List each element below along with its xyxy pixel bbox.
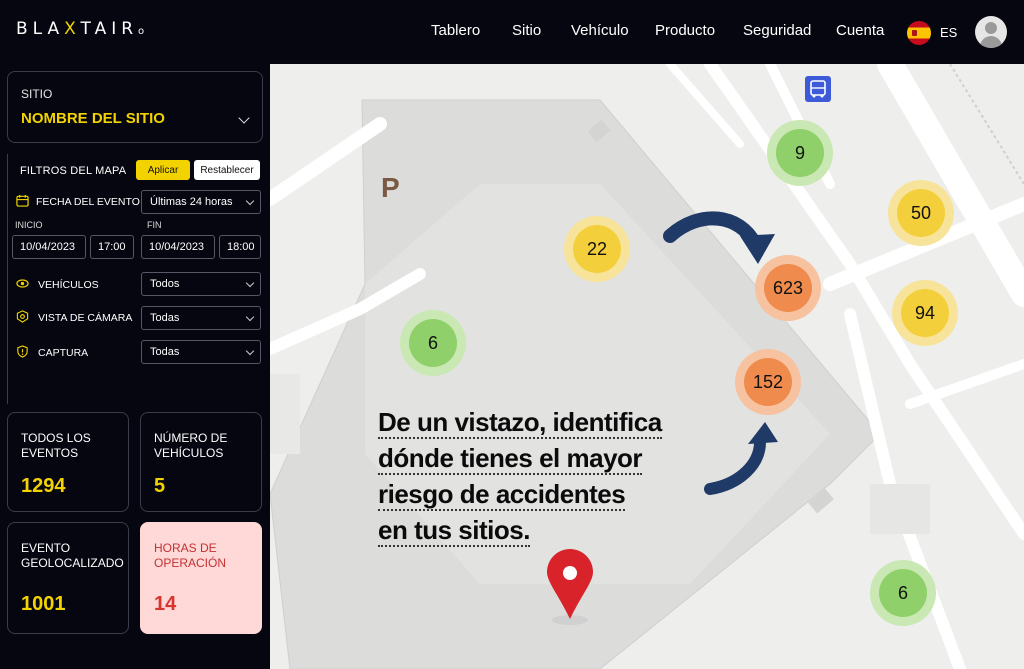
cluster-count: 152 xyxy=(744,358,792,406)
stat-value: 1294 xyxy=(21,475,66,497)
main-nav: Tablero Sitio Vehículo Producto Segurida… xyxy=(0,22,1024,42)
cluster-count: 9 xyxy=(776,129,824,177)
cluster-count: 22 xyxy=(573,225,621,273)
stat-value: 5 xyxy=(154,475,166,497)
camera-view-icon xyxy=(16,310,29,323)
stat-label: EVENTO GEOLOCALIZADO xyxy=(21,541,124,570)
stat-card-all-events: TODOS LOS EVENTOS 1294 xyxy=(7,412,129,512)
start-time-input[interactable]: 17:00 xyxy=(90,235,134,259)
parking-label: P xyxy=(381,172,400,203)
site-selector[interactable]: SITIO NOMBRE DEL SITIO xyxy=(7,71,263,143)
stat-card-vehicles: NÚMERO DE VEHÍCULOS 5 xyxy=(140,412,262,512)
user-avatar-icon[interactable] xyxy=(975,16,1007,48)
nav-sitio[interactable]: Sitio xyxy=(512,22,541,39)
stat-card-operation-hours: HORAS DE OPERACIÓN 14 xyxy=(140,522,262,634)
end-date-input[interactable]: 10/04/2023 xyxy=(141,235,215,259)
site-name: NOMBRE DEL SITIO xyxy=(21,110,165,127)
nav-seguridad[interactable]: Seguridad xyxy=(743,22,811,39)
map-filters-panel: FILTROS DEL MAPA Aplicar Restablecer FEC… xyxy=(7,154,263,404)
nav-vehiculo[interactable]: Vehículo xyxy=(571,22,629,39)
start-date-input[interactable]: 10/04/2023 xyxy=(12,235,86,259)
nav-cuenta[interactable]: Cuenta xyxy=(836,22,884,39)
stat-value: 14 xyxy=(154,593,177,615)
cluster-marker[interactable]: 50 xyxy=(888,180,954,246)
cluster-marker[interactable]: 623 xyxy=(755,255,821,321)
camera-view-label: VISTA DE CÁMARA xyxy=(38,312,133,324)
top-header: BLAXTAIRo Tablero Sitio Vehículo Product… xyxy=(0,0,1024,64)
end-time-input[interactable]: 18:00 xyxy=(219,235,261,259)
nav-producto[interactable]: Producto xyxy=(655,22,715,39)
cluster-count: 94 xyxy=(901,289,949,337)
site-label: SITIO xyxy=(21,87,53,101)
event-date-select[interactable]: Últimas 24 horas xyxy=(141,190,261,214)
cluster-marker[interactable]: 6 xyxy=(400,310,466,376)
stat-label: NÚMERO DE VEHÍCULOS xyxy=(154,431,228,460)
cluster-marker[interactable]: 9 xyxy=(767,120,833,186)
language-selector[interactable]: ES xyxy=(940,25,957,40)
cluster-marker[interactable]: 6 xyxy=(870,560,936,626)
cluster-marker[interactable]: 94 xyxy=(892,280,958,346)
nav-tablero[interactable]: Tablero xyxy=(431,22,480,39)
map-headline: De un vistazo, identifica dónde tienes e… xyxy=(378,407,662,547)
vehicle-eye-icon xyxy=(16,279,29,288)
stat-label: TODOS LOS EVENTOS xyxy=(21,431,91,460)
sidebar: SITIO NOMBRE DEL SITIO FILTROS DEL MAPA … xyxy=(0,64,270,669)
vehicles-label: VEHÍCULOS xyxy=(38,279,99,291)
cluster-count: 50 xyxy=(897,189,945,237)
start-label: INICIO xyxy=(15,220,43,230)
spain-flag-icon[interactable] xyxy=(907,21,931,45)
cluster-marker[interactable]: 22 xyxy=(564,216,630,282)
cluster-marker[interactable]: 152 xyxy=(735,349,801,415)
apply-button[interactable]: Aplicar xyxy=(136,160,190,180)
event-date-label: FECHA DEL EVENTO xyxy=(36,196,140,208)
stat-card-geolocated: EVENTO GEOLOCALIZADO 1001 xyxy=(7,522,129,634)
chevron-down-icon xyxy=(238,112,250,124)
capture-shield-icon xyxy=(17,345,28,358)
camera-view-select[interactable]: Todas xyxy=(141,306,261,330)
cluster-count: 6 xyxy=(409,319,457,367)
end-label: FIN xyxy=(147,220,162,230)
stat-label: HORAS DE OPERACIÓN xyxy=(154,541,227,570)
calendar-icon xyxy=(16,194,29,207)
cluster-count: 623 xyxy=(764,264,812,312)
stat-value: 1001 xyxy=(21,593,66,615)
vehicles-select[interactable]: Todos xyxy=(141,272,261,296)
filters-title: FILTROS DEL MAPA xyxy=(20,165,127,177)
capture-select[interactable]: Todas xyxy=(141,340,261,364)
capture-label: CAPTURA xyxy=(38,347,89,359)
bus-stop-icon[interactable] xyxy=(805,76,831,102)
events-map[interactable]: P 9 50 22 623 94 6 152 6 De un vistazo, identif… xyxy=(270,64,1024,669)
cluster-count: 6 xyxy=(879,569,927,617)
reset-button[interactable]: Restablecer xyxy=(194,160,260,180)
